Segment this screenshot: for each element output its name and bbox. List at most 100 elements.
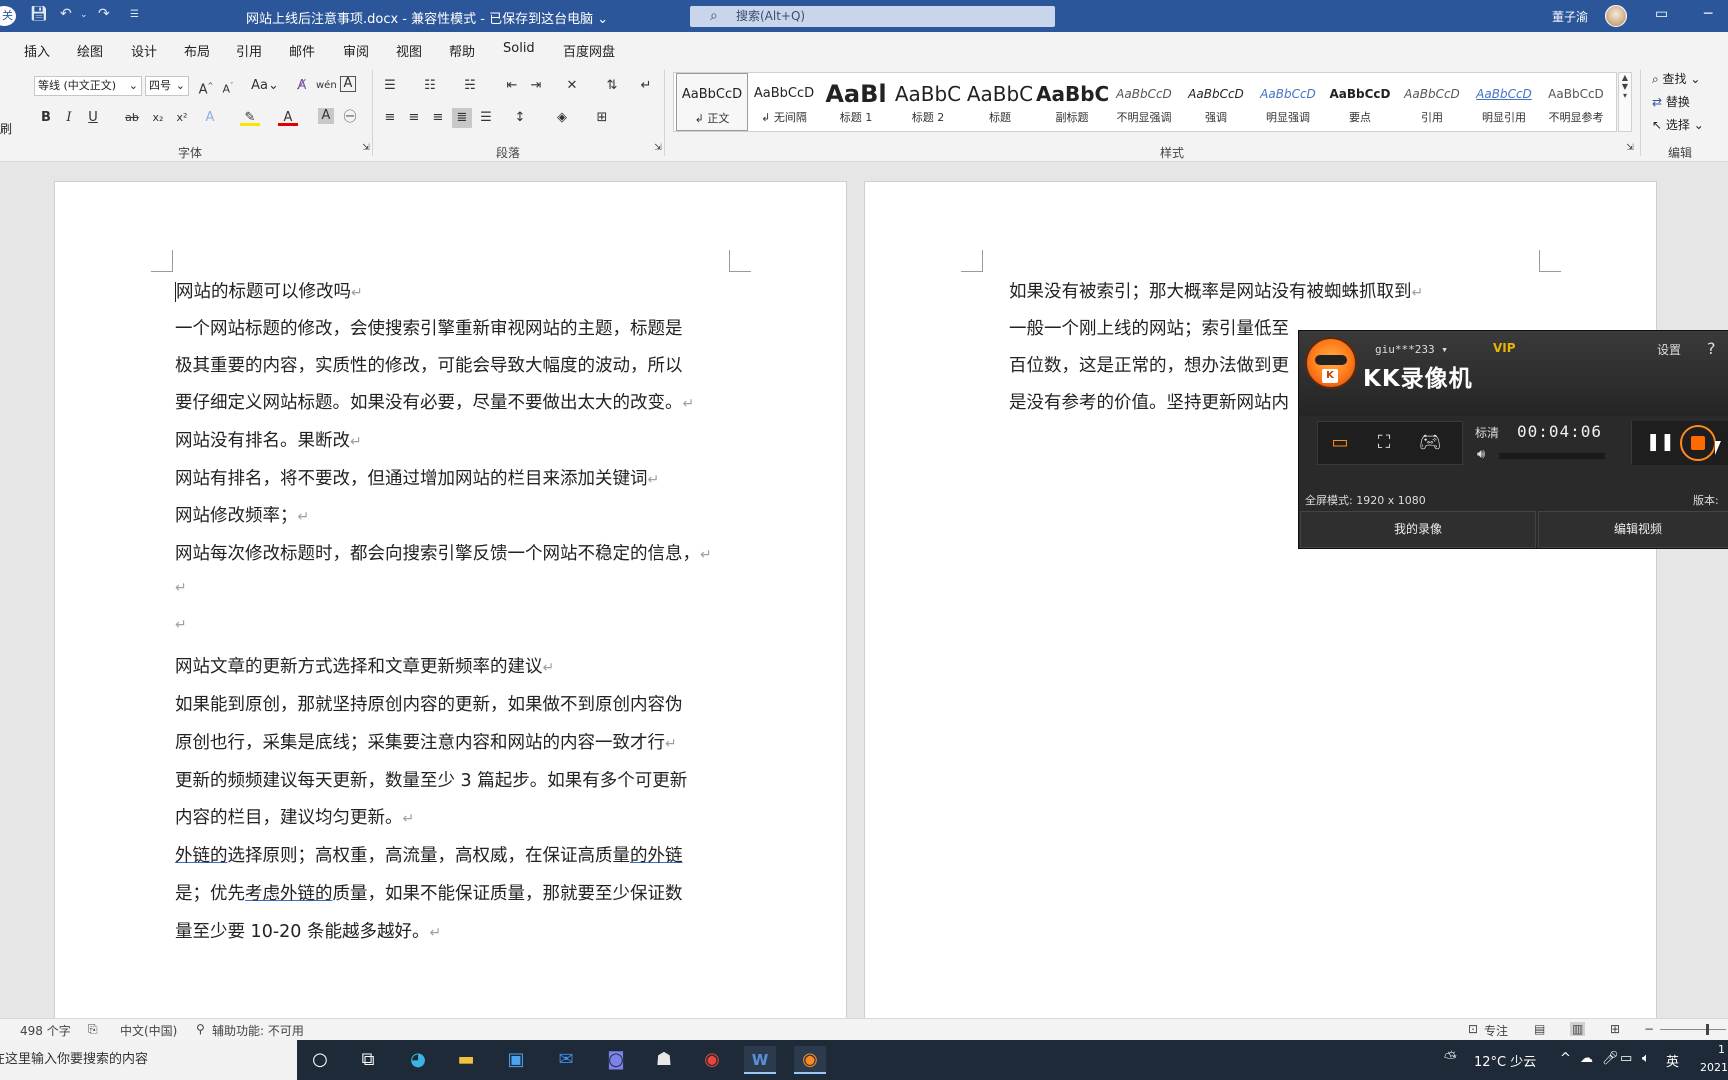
tab-draw[interactable]: 绘图 [77,41,103,60]
paragraph-line[interactable]: 极其重要的内容，实质性的修改，可能会导致大幅度的波动，所以 [175,352,683,377]
tray-expand-icon[interactable]: ^ [1560,1051,1571,1066]
clear-format-icon[interactable]: A̸ [292,76,312,96]
numbering-icon[interactable]: ☷ [420,76,440,96]
scroll-down-icon[interactable]: ▼ [1619,82,1631,91]
tab-mailings[interactable]: 邮件 [289,41,315,60]
scroll-up-icon[interactable]: ▲ [1619,73,1631,82]
select-button[interactable]: ↖ 选择 ⌄ [1652,116,1704,133]
paragraph-text[interactable]: 是；优先考虑外链的质量，如果不能保证质量，那就要至少保证数 [175,884,683,904]
line-spacing-icon[interactable]: ↕ [510,108,530,128]
styles-gallery-scroll[interactable]: ▲ ▼ ▾ [1618,72,1632,132]
text-effects-icon[interactable]: A [200,108,220,128]
hyperlink-text[interactable]: 外链的 [175,846,228,866]
file-explorer-icon[interactable]: ▬ [450,1046,482,1074]
paragraph-text[interactable]: 量至少要 10-20 条能越多越好。 [175,922,429,942]
paragraph-text[interactable]: 网站的标题可以修改吗 [175,282,351,302]
stop-record-button[interactable] [1680,425,1716,461]
phonetic-guide-icon[interactable]: wén [316,76,337,96]
bug-app-icon[interactable]: ☗ [648,1046,680,1074]
clock-date[interactable]: 2021 [1700,1061,1728,1074]
search-box[interactable]: ⌕ 搜索(Alt+Q) [690,6,1055,27]
tab-references[interactable]: 引用 [236,41,262,60]
find-button[interactable]: ⌕ 查找 ⌄ [1652,70,1700,87]
ime-indicator[interactable]: 英 [1666,1051,1679,1070]
paragraph-text[interactable]: 百位数，这是正常的，想办法做到更 [1009,356,1289,376]
more-styles-icon[interactable]: ▾ [1619,91,1631,100]
change-case-icon[interactable]: Aa⌄ [250,76,280,96]
paragraph-text[interactable]: 原创也行，采集是底线；采集要注意内容和网站的内容一致才行 [175,733,665,753]
mail-icon[interactable]: ✉ [550,1046,582,1074]
style-title[interactable]: AaBbC 标题 [964,73,1036,131]
paragraph-text[interactable]: 如果能到原创，那就坚持原创内容的更新，如果做不到原创内容伪 [175,695,683,715]
zoom-out-icon[interactable]: − [1644,1022,1654,1036]
sort-icon[interactable]: ⇅ [602,76,622,96]
align-center-icon[interactable]: ≡ [404,108,424,128]
shrink-font-icon[interactable]: Aˇ [218,76,238,96]
grow-font-icon[interactable]: A^ [196,76,216,97]
paragraph-text[interactable]: 外链的选择原则；高权重，高流量，高权威，在保证高质量的外链 [175,846,683,866]
kk-recorder-taskbar-icon[interactable]: ◉ [794,1046,826,1074]
paragraph-line[interactable]: 一般一个刚上线的网站；索引量低至 [1009,315,1289,340]
teams-icon[interactable]: ◙ [600,1046,632,1074]
print-layout-icon[interactable]: ▥ [1570,1022,1586,1036]
user-name[interactable]: 董子渝 [1552,8,1588,25]
kk-recorder-window[interactable]: K giu***233 ▾ VIP 设置 ? KK录像机 ▭ ⛶ 🎮︎ 标清 0… [1298,330,1728,549]
bullets-icon[interactable]: ☰ [380,76,400,96]
proofing-icon[interactable]: ⎘ [88,1022,98,1037]
italic-icon[interactable]: I [59,108,79,128]
paragraph-line[interactable]: 量至少要 10-20 条能越多越好。↵ [175,918,441,943]
paragraph-line[interactable]: 如果能到原创，那就坚持原创内容的更新，如果做不到原创内容伪 [175,691,683,716]
char-shading-icon[interactable]: A [318,108,334,124]
undo-dropdown-icon[interactable]: ⌄ [80,10,88,30]
region-mode-icon[interactable]: ⛶ [1370,432,1398,454]
edge-icon[interactable]: ◕ [402,1046,434,1074]
onedrive-icon[interactable]: ☁ [1580,1051,1593,1066]
replace-button[interactable]: ⇄ 替换 [1652,93,1690,110]
paragraph-text[interactable]: 极其重要的内容，实质性的修改，可能会导致大幅度的波动，所以 [175,356,683,376]
style-emphasis[interactable]: AaBbCcD 强调 [1180,73,1252,131]
paragraph-text[interactable]: 要仔细定义网站标题。如果没有必要，尽量不要做出太大的改变。 [175,393,683,413]
avatar[interactable] [1605,5,1627,27]
paragraph-line[interactable]: 是没有参考的价值。坚持更新网站内 [1009,389,1289,414]
paragraph-text[interactable]: 网站有排名，将不要改，但通过增加网站的栏目来添加关键词 [175,469,648,489]
left-badge[interactable]: 关 [0,6,16,26]
page-1[interactable]: 网站的标题可以修改吗 ↵ 一个网站标题的修改，会使搜索引擎重新审视网站的主题，标题是… [54,181,847,1018]
paragraph-text[interactable]: 更新的频频建议每天更新，数量至少 3 篇起步。如果有多个可更新 [175,771,687,791]
bold-icon[interactable]: B [36,108,56,128]
paragraph-line[interactable]: ↵ [175,577,187,597]
tab-design[interactable]: 设计 [131,41,157,60]
volume-icon[interactable]: 🔊︎ [1477,447,1485,462]
strikethrough-icon[interactable]: ab [122,108,142,128]
multilevel-list-icon[interactable]: ☵ [460,76,480,96]
style-intense-emphasis[interactable]: AaBbCcD 明显强调 [1252,73,1324,131]
cortana-icon[interactable]: ○ [304,1046,336,1074]
clock-time[interactable]: 1 [1718,1043,1725,1056]
show-marks-icon[interactable]: ↵ [636,76,656,96]
increase-indent-icon[interactable]: ⇥ [526,76,546,96]
paragraph-text[interactable]: 一个网站标题的修改，会使搜索引擎重新审视网站的主题，标题是 [175,319,683,339]
borders-icon[interactable]: ⊞ [592,108,612,128]
paragraph-line[interactable]: 网站修改频率；↵ [175,502,309,527]
network-icon[interactable]: ▭ [1620,1051,1632,1066]
paragraph-dialog-launcher-icon[interactable]: ⇲ [648,138,668,158]
tab-solid[interactable]: Solid [503,41,535,56]
enclose-char-icon[interactable]: ㊀ [340,108,360,128]
superscript-icon[interactable]: x² [172,108,192,128]
zoom-slider[interactable] [1660,1029,1726,1030]
highlight-icon[interactable]: ✎ [240,108,260,126]
align-left-icon[interactable]: ≡ [380,108,400,128]
style-subtle-reference[interactable]: AaBbCcD 不明显参考 [1540,73,1612,131]
style-normal[interactable]: AaBbCcD ↲ 正文 [676,73,748,131]
focus-button[interactable]: 专注 [1484,1022,1508,1039]
paragraph-line[interactable]: 网站每次修改标题时，都会向搜索引擎反馈一个网站不稳定的信息，↵ [175,540,712,565]
tab-insert[interactable]: 插入 [24,41,50,60]
asian-layout-icon[interactable]: ✕ [562,76,582,96]
task-view-icon[interactable]: ⧉ [352,1046,384,1074]
settings-button[interactable]: 设置 [1657,341,1681,358]
paragraph-line[interactable]: 网站有排名，将不要改，但通过增加网站的栏目来添加关键词↵ [175,465,659,490]
style-intense-quote[interactable]: AaBbCcD 明显引用 [1468,73,1540,131]
chrome-icon[interactable]: ◉ [696,1046,728,1074]
align-right-icon[interactable]: ≡ [428,108,448,128]
taskbar-search[interactable]: 在这里输入你要搜索的内容 [0,1040,297,1080]
hyperlink-text[interactable]: 的外链 [630,846,683,866]
